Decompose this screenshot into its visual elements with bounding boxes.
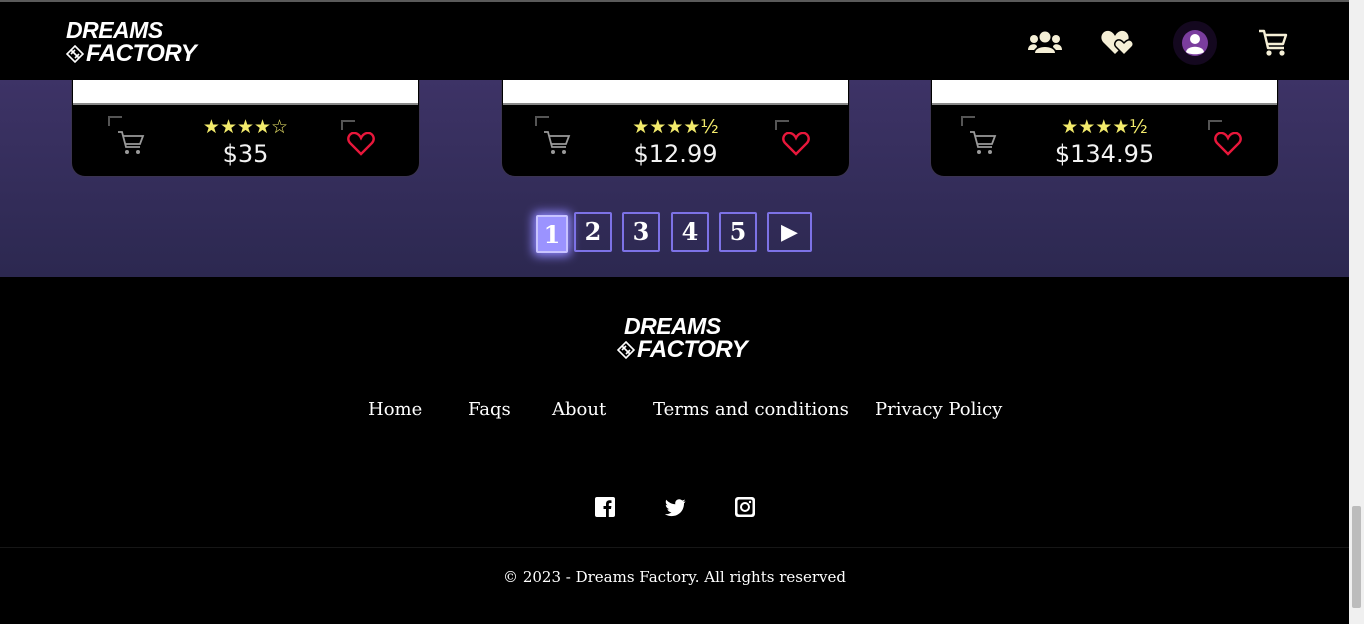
users-icon[interactable] [1028,30,1062,54]
facebook-icon[interactable] [595,497,615,517]
brand-line2: FACTORY [86,40,197,67]
favorite-heart-icon[interactable] [782,132,810,156]
instagram-icon[interactable] [735,497,755,517]
twitter-icon[interactable] [664,499,686,517]
product-image-bottom [503,80,848,105]
footer-link-about[interactable]: About [552,399,606,420]
brand-logo[interactable]: DREAMS FACTORY [66,17,197,67]
favorite-heart-icon[interactable] [347,132,375,156]
cart-icon[interactable] [1258,29,1288,57]
logo-mark-icon [617,341,635,359]
product-image-bottom [932,80,1277,105]
page-2-button[interactable]: 2 [574,212,612,252]
next-page-button[interactable]: ▶ [767,212,812,252]
footer-link-privacy[interactable]: Privacy Policy [875,399,1002,420]
page-4-button[interactable]: 4 [671,212,709,252]
avatar-icon [1182,30,1208,56]
site-header: DREAMS FACTORY [0,2,1349,80]
footer-divider [0,547,1349,548]
favorite-heart-icon[interactable] [1214,132,1242,156]
product-image-bottom [73,80,418,105]
product-card: ★★★★☆ $35 [71,80,420,177]
logo-mark-icon [66,45,84,63]
copyright-text: © 2023 - Dreams Factory. All rights rese… [503,568,846,586]
page-5-button[interactable]: 5 [719,212,757,252]
brand-line2: FACTORY [637,336,748,363]
footer-link-faqs[interactable]: Faqs [468,399,511,420]
hearts-icon[interactable] [1101,28,1135,56]
product-card: ★★★★½ $12.99 [501,80,850,177]
scrollbar-thumb[interactable] [1352,506,1361,608]
footer-logo[interactable]: DREAMS FACTORY [617,313,748,363]
brand-line1: DREAMS [66,17,163,43]
avatar-button[interactable] [1173,21,1217,65]
footer-link-home[interactable]: Home [368,399,422,420]
brand-line1: DREAMS [624,313,721,339]
footer-link-terms[interactable]: Terms and conditions [653,399,849,420]
page-scrollbar[interactable] [1349,0,1364,624]
page-1-button[interactable]: 1 [536,215,568,253]
page-3-button[interactable]: 3 [622,212,660,252]
product-card: ★★★★½ $134.95 [930,80,1279,177]
